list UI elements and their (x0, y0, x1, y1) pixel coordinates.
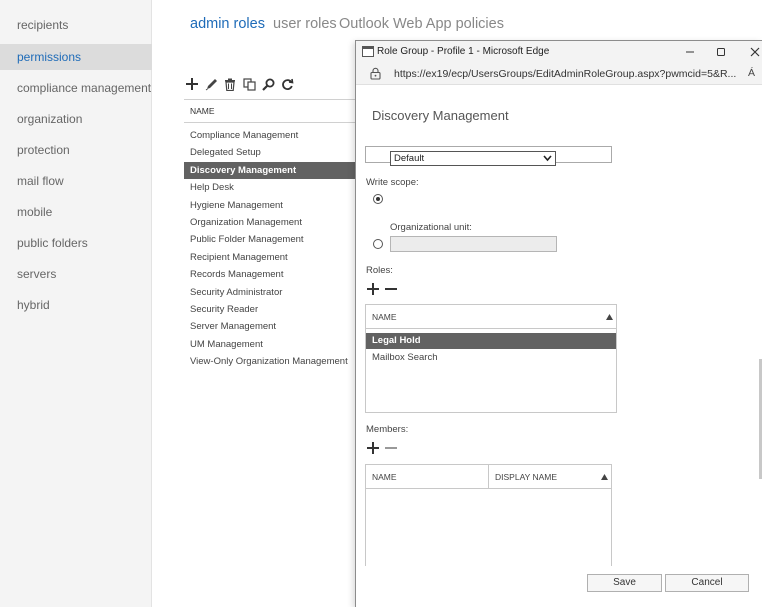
remove-role-icon[interactable] (385, 282, 397, 300)
role-list-item[interactable]: Server Management (184, 318, 356, 335)
nav-item-organization[interactable]: organization (0, 106, 152, 132)
nav-item-compliance-management[interactable]: compliance management (0, 75, 152, 101)
organizational-unit-label: Organizational unit: (390, 222, 472, 233)
window-titlebar: Role Group - Profile 1 - Microsoft Edge (356, 41, 762, 63)
lock-icon (370, 67, 381, 80)
role-list-item[interactable]: Delegated Setup (184, 144, 356, 161)
nav-item-mail-flow[interactable]: mail flow (0, 168, 152, 194)
write-scope-select-value: Default (394, 153, 425, 164)
roles-list-header[interactable]: NAME (184, 99, 356, 123)
sort-ascending-icon (606, 314, 613, 320)
members-grid: NAME DISPLAY NAME (365, 464, 612, 566)
members-label: Members: (366, 424, 409, 435)
write-scope-select[interactable]: Default (390, 151, 556, 166)
nav-item-hybrid[interactable]: hybrid (0, 292, 152, 318)
nav-item-public-folders[interactable]: public folders (0, 230, 152, 256)
role-list-item[interactable]: UM Management (184, 336, 356, 353)
role-list-item[interactable]: Compliance Management (184, 127, 356, 144)
role-list-item[interactable]: Recipient Management (184, 249, 356, 266)
roles-grid-header[interactable]: NAME (366, 305, 616, 329)
role-list-item[interactable]: View-Only Organization Management (184, 353, 356, 370)
save-button[interactable]: Save (587, 574, 662, 592)
organizational-unit-field[interactable] (390, 236, 557, 252)
role-list-item[interactable]: Help Desk (184, 179, 356, 196)
minimize-icon[interactable] (682, 44, 698, 60)
members-grid-display-name-header[interactable]: DISPLAY NAME (495, 472, 557, 482)
role-list-item[interactable]: Hygiene Management (184, 197, 356, 214)
delete-icon[interactable] (222, 75, 238, 93)
read-aloud-icon[interactable]: Á (748, 67, 755, 79)
nav-item-servers[interactable]: servers (0, 261, 152, 287)
toolbar (184, 74, 295, 94)
column-divider (488, 465, 489, 489)
add-member-icon[interactable] (367, 441, 379, 459)
remove-member-icon[interactable] (385, 441, 397, 459)
role-list-item[interactable]: Organization Management (184, 214, 356, 231)
role-row[interactable]: Mailbox Search (366, 350, 616, 366)
organizational-unit-radio[interactable] (373, 239, 383, 249)
nav-item-mobile[interactable]: mobile (0, 199, 152, 225)
add-role-icon[interactable] (367, 282, 379, 300)
maximize-icon[interactable] (713, 44, 729, 60)
role-row[interactable]: Legal Hold (366, 333, 616, 349)
window-title: Role Group - Profile 1 - Microsoft Edge (377, 46, 550, 57)
chevron-down-icon (543, 155, 552, 162)
members-grid-header: NAME DISPLAY NAME (366, 465, 611, 489)
edit-icon[interactable] (203, 75, 219, 93)
roles-label: Roles: (366, 265, 393, 276)
write-scope-default-radio[interactable] (373, 194, 383, 204)
search-icon[interactable] (260, 75, 276, 93)
role-list-item[interactable]: Security Administrator (184, 284, 356, 301)
cancel-button[interactable]: Cancel (665, 574, 749, 592)
roles-grid: NAME Legal Hold Mailbox Search (365, 304, 617, 413)
url-text[interactable]: https://ex19/ecp/UsersGroups/EditAdminRo… (394, 68, 739, 80)
tab-admin-roles[interactable]: admin roles (190, 16, 265, 32)
tab-user-roles[interactable]: user roles (273, 16, 337, 32)
close-icon[interactable] (747, 44, 762, 60)
nav-item-recipients[interactable]: recipients (0, 12, 152, 38)
role-group-window-icon (362, 46, 374, 57)
add-icon[interactable] (184, 75, 200, 93)
refresh-icon[interactable] (279, 75, 295, 93)
address-bar[interactable]: https://ex19/ecp/UsersGroups/EditAdminRo… (356, 63, 762, 85)
sort-ascending-icon (601, 474, 608, 480)
role-list-item[interactable]: Security Reader (184, 301, 356, 318)
copy-icon[interactable] (241, 75, 257, 93)
tab-outlook-web-app-policies[interactable]: Outlook Web App policies (339, 16, 504, 32)
write-scope-label: Write scope: (366, 177, 419, 188)
left-navigation: recipients permissions compliance manage… (0, 0, 152, 607)
role-list-item[interactable]: Discovery Management (184, 161, 356, 180)
role-list-item[interactable]: Records Management (184, 266, 356, 283)
role-group-title: Discovery Management (372, 108, 509, 123)
roles-grid-name-header: NAME (372, 312, 397, 322)
nav-item-protection[interactable]: protection (0, 137, 152, 163)
nav-item-permissions[interactable]: permissions (0, 44, 152, 70)
members-grid-name-header[interactable]: NAME (372, 472, 397, 482)
role-list-item[interactable]: Public Folder Management (184, 231, 356, 248)
